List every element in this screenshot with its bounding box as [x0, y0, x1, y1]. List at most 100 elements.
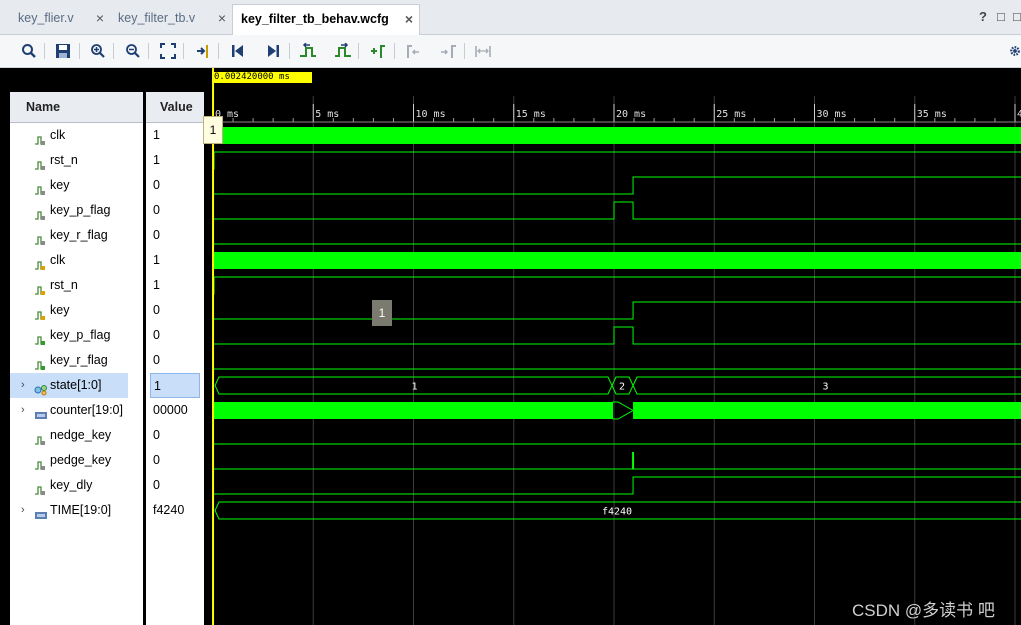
- value-column-header[interactable]: Value: [146, 92, 204, 123]
- key-p-flag-waveform: [213, 326, 1021, 345]
- go-to-time-0-icon[interactable]: [227, 40, 249, 62]
- signal-value[interactable]: 1: [146, 273, 204, 298]
- signal-value[interactable]: 0: [146, 473, 204, 498]
- signal-name: key_r_flag: [50, 353, 108, 367]
- signal-row[interactable]: clk: [10, 123, 128, 148]
- signal-value[interactable]: 0: [146, 173, 204, 198]
- signal-name: rst_n: [50, 278, 78, 292]
- signal-value[interactable]: 0: [146, 198, 204, 223]
- signal-value[interactable]: 0: [146, 448, 204, 473]
- state-bus-value: 1: [411, 382, 417, 393]
- signal-row[interactable]: clk: [10, 248, 128, 273]
- ruler-label: 20 ms: [616, 109, 646, 120]
- waveform-canvas[interactable]: 0 ms5 ms10 ms15 ms20 ms25 ms30 ms35 ms40…: [210, 68, 1021, 625]
- waveform-svg: 0 ms5 ms10 ms15 ms20 ms25 ms30 ms35 ms40…: [210, 68, 1021, 625]
- signal-value[interactable]: 0: [146, 423, 204, 448]
- go-to-cursor-icon[interactable]: [192, 40, 214, 62]
- input-signal-icon: [34, 280, 46, 295]
- tab-key-filter-tb[interactable]: key_filter_tb.v ×: [110, 4, 232, 34]
- marker-badge: 1: [372, 300, 392, 326]
- ruler-label: 25 ms: [716, 109, 746, 120]
- signal-row[interactable]: key_dly: [10, 473, 128, 498]
- pane-border: [0, 68, 10, 625]
- expand-chevron-icon[interactable]: ›: [21, 398, 25, 423]
- signal-row[interactable]: › TIME[19:0]: [10, 498, 128, 523]
- signal-row[interactable]: nedge_key: [10, 423, 128, 448]
- settings-icon[interactable]: [1009, 40, 1021, 62]
- signal-value[interactable]: 00000: [146, 398, 204, 423]
- signal-name: TIME[19:0]: [50, 503, 112, 517]
- tab-key-flier[interactable]: key_flier.v ×: [10, 4, 110, 34]
- scalar-signal-icon: [34, 430, 46, 445]
- zoom-fit-icon[interactable]: [157, 40, 179, 62]
- expand-chevron-icon[interactable]: ›: [21, 373, 25, 398]
- signal-row[interactable]: pedge_key: [10, 448, 128, 473]
- next-marker-icon[interactable]: [437, 40, 459, 62]
- zoom-in-icon[interactable]: [87, 40, 109, 62]
- save-icon[interactable]: [52, 40, 74, 62]
- add-marker-icon[interactable]: [367, 40, 389, 62]
- counter-bus-segment: [213, 402, 613, 419]
- expand-chevron-icon[interactable]: ›: [21, 498, 25, 523]
- scalar-signal-icon: [34, 180, 46, 195]
- signal-row[interactable]: rst_n: [10, 148, 128, 173]
- clk-waveform: [213, 127, 1021, 144]
- signal-value[interactable]: 1: [146, 123, 204, 148]
- ruler-label: 15 ms: [516, 109, 546, 120]
- editor-tab-bar: key_flier.v × key_filter_tb.v × key_filt…: [0, 0, 1021, 35]
- go-to-last-time-icon[interactable]: [262, 40, 284, 62]
- tab-key-filter-tb-behav-wcfg[interactable]: key_filter_tb_behav.wcfg ×: [232, 4, 420, 35]
- signal-name: key_r_flag: [50, 228, 108, 242]
- previous-marker-icon[interactable]: [402, 40, 424, 62]
- signal-row[interactable]: key_r_flag: [10, 348, 128, 373]
- signal-value[interactable]: 0: [146, 298, 204, 323]
- signal-row[interactable]: key_p_flag: [10, 198, 128, 223]
- swap-cursors-icon[interactable]: [472, 40, 494, 62]
- scalar-signal-icon: [34, 230, 46, 245]
- previous-transition-icon[interactable]: [297, 40, 319, 62]
- signal-row[interactable]: key_r_flag: [10, 223, 128, 248]
- close-icon[interactable]: ×: [96, 4, 104, 32]
- signal-row[interactable]: key: [10, 298, 128, 323]
- rst-n-waveform: [213, 151, 1021, 170]
- scalar-signal-icon: [34, 455, 46, 470]
- signal-value[interactable]: 0: [146, 223, 204, 248]
- signal-value[interactable]: f4240: [146, 498, 204, 523]
- next-transition-icon[interactable]: [332, 40, 354, 62]
- signal-row[interactable]: › state[1:0]: [10, 373, 128, 398]
- ruler-label: 40: [1017, 109, 1021, 120]
- search-icon[interactable]: [18, 40, 40, 62]
- signal-value[interactable]: 0: [146, 323, 204, 348]
- key-waveform: [213, 176, 1021, 195]
- close-icon[interactable]: ×: [405, 5, 413, 33]
- signal-value[interactable]: 0: [146, 348, 204, 373]
- signal-name: key_p_flag: [50, 203, 111, 217]
- signal-name-pane: Name clk rst_n key key_p_flag key_r_flag clk r…: [10, 68, 143, 625]
- help-icon[interactable]: ?: [979, 9, 987, 24]
- key-p-flag-waveform: [213, 201, 1021, 220]
- tab-label: key_flier.v: [18, 11, 74, 25]
- signal-name: key_dly: [50, 478, 93, 492]
- signal-row[interactable]: key: [10, 173, 128, 198]
- bus-icon: [34, 505, 47, 519]
- signal-row[interactable]: key_p_flag: [10, 323, 128, 348]
- signal-value[interactable]: 1: [146, 148, 204, 173]
- restore-icon[interactable]: □: [997, 9, 1005, 24]
- signal-row[interactable]: › counter[19:0]: [10, 398, 128, 423]
- waveform-toolbar: [0, 35, 1021, 68]
- signal-name: pedge_key: [50, 453, 112, 467]
- signal-value[interactable]: 1: [146, 248, 204, 273]
- close-icon[interactable]: ×: [218, 4, 226, 32]
- zoom-out-icon[interactable]: [122, 40, 144, 62]
- scalar-signal-icon: [34, 155, 46, 170]
- marker-label[interactable]: 1: [203, 116, 223, 144]
- maximize-icon[interactable]: □: [1013, 9, 1021, 24]
- scalar-signal-icon: [34, 205, 46, 220]
- signal-name: key_p_flag: [50, 328, 111, 342]
- tab-label: key_filter_tb.v: [118, 11, 196, 25]
- state-bus-value: 2: [619, 382, 625, 393]
- key-waveform: [213, 301, 1021, 320]
- signal-value[interactable]: 1: [150, 373, 200, 398]
- name-column-header[interactable]: Name: [10, 92, 143, 123]
- signal-row[interactable]: rst_n: [10, 273, 128, 298]
